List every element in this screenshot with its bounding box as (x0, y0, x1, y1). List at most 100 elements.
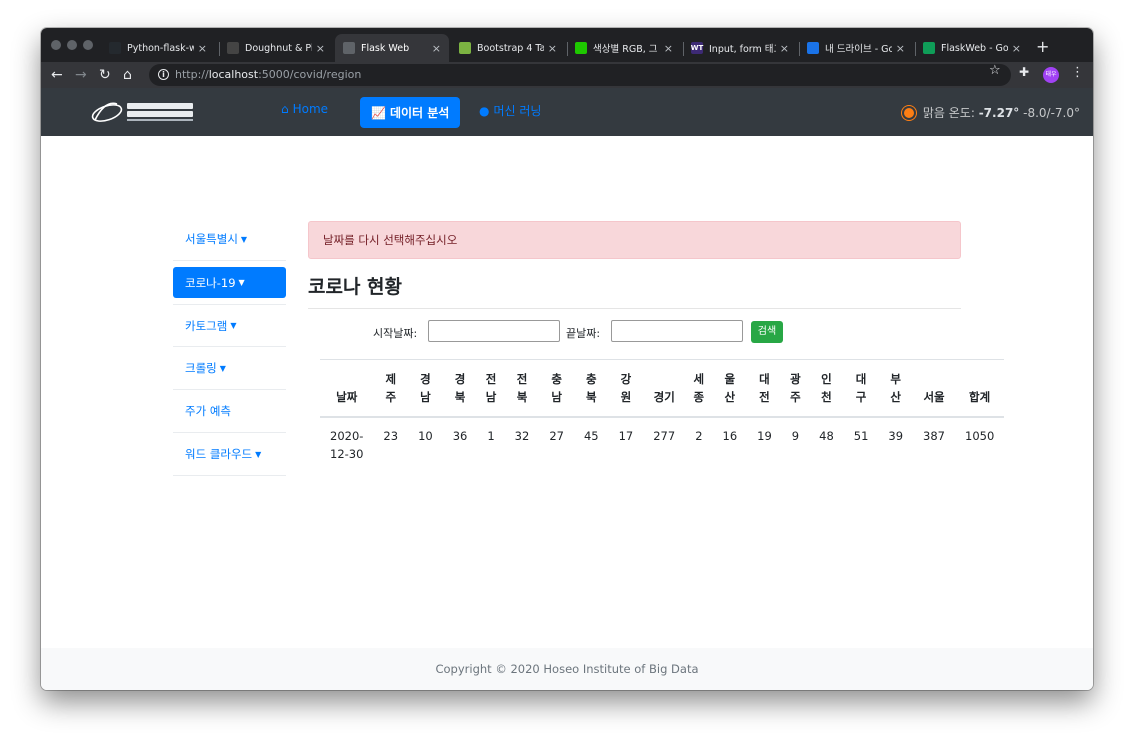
home-browser-icon[interactable]: ⌂ (123, 66, 132, 84)
sidebar-item-crawling[interactable]: 크롤링 ▼ (173, 347, 286, 390)
close-tab-icon[interactable]: × (432, 42, 441, 55)
sidebar-item-label: 서울특별시 (185, 232, 238, 246)
table-cell: 27 (549, 429, 564, 443)
close-tab-icon[interactable]: × (780, 42, 789, 55)
footer: Copyright © 2020 Hoseo Institute of Big … (41, 648, 1093, 690)
browser-tab[interactable]: Flask Web × (335, 34, 449, 62)
close-tab-icon[interactable]: × (316, 42, 325, 55)
browser-tab[interactable]: Python-flask-w × (101, 34, 215, 62)
table-header-cell: 날짜 (320, 359, 374, 418)
browser-menu-icon[interactable]: ⋮ (1071, 65, 1084, 80)
site-navbar: ⌂ Home 📈 데이터 분석 ● 머신 러닝 맑음 온도: -7.27° -8… (41, 88, 1093, 136)
table-cell: 36 (452, 429, 468, 443)
caret-down-icon: ▼ (230, 321, 237, 330)
table-cell: 2020- 12-30 (330, 429, 364, 461)
sidebar-item-word-cloud[interactable]: 워드 클라우드 ▼ (173, 433, 286, 476)
tab-separator (567, 42, 568, 56)
profile-avatar[interactable]: 태우 (1043, 67, 1059, 83)
table-cell: 17 (618, 429, 634, 443)
table-cell: 51 (853, 429, 869, 443)
sidebar-item-seoul[interactable]: 서울특별시 ▼ (173, 218, 286, 261)
browser-tab-title: FlaskWeb - Goo (941, 42, 1008, 54)
table-cell: 387 (923, 429, 945, 443)
start-date-input[interactable] (428, 320, 560, 342)
google-drive-icon (807, 42, 819, 54)
table-header-cell: 강 원 (608, 359, 644, 418)
browser-tab[interactable]: WT Input, form 태그 × (683, 34, 797, 62)
brain-icon: ● (479, 103, 490, 118)
table-cell: 23 (383, 429, 399, 443)
caret-down-icon: ▼ (255, 449, 262, 459)
page-title: 코로나 현황 (308, 276, 403, 298)
table-header-cell: 부 산 (878, 359, 914, 418)
sidebar-item-label: 카토그램 (185, 318, 228, 333)
sidebar-item-stock-prediction[interactable]: 주가 예측 (173, 390, 286, 433)
book-icon (227, 42, 239, 54)
browser-tab[interactable]: 내 드라이브 - Goo × (799, 34, 913, 62)
weather-widget: 맑음 온도: -7.27° -8.0/-7.0° (903, 104, 1080, 121)
nav-data-analysis[interactable]: 📈 데이터 분석 (360, 97, 461, 128)
date-search-form: 시작날짜: 끝날짜: 검색 (308, 320, 961, 344)
table-header-row: 날짜 제 주경 남경 북전 남전 북충 남충 북강 원 경기 세 종울 산대 전광 주… (320, 359, 1005, 418)
table-cell: 16 (722, 429, 738, 443)
nav-machine-learning[interactable]: ● 머신 러닝 (479, 102, 541, 119)
browser-tab-title: Flask Web (361, 42, 410, 54)
browser-tab-title: Bootstrap 4 Tab (477, 42, 544, 54)
site-logo[interactable] (91, 98, 195, 126)
close-tab-icon[interactable]: × (896, 42, 905, 55)
table-header-cell: 경 남 (408, 359, 443, 418)
end-date-input[interactable] (611, 320, 743, 342)
browser-toolbar: ← → ↻ ⌂ i http://localhost:5000/covid/re… (41, 62, 1093, 88)
sidebar: 서울특별시 ▼ 코로나-19 ▼ 카토그램 ▼ 크롤링 ▼ 주가 예측 워드 클라우드 ▼ (173, 218, 286, 476)
divider (308, 308, 961, 309)
browser-tab[interactable]: Bootstrap 4 Tab × (451, 34, 565, 62)
back-icon[interactable]: ← (51, 66, 63, 84)
covid-region-table: 날짜 제 주경 남경 북전 남전 북충 남충 북강 원 경기 세 종울 산대 전광 주… (320, 359, 1005, 472)
browser-tab[interactable]: Doughnut & Pie × (219, 34, 333, 62)
browser-tab-title: Input, form 태그 (709, 44, 776, 55)
close-tab-icon[interactable]: × (548, 42, 557, 55)
url-prefix: http:// (175, 68, 209, 81)
search-button[interactable]: 검색 (751, 321, 783, 343)
close-tab-icon[interactable]: × (1012, 42, 1021, 55)
minimize-window-icon[interactable] (67, 40, 77, 50)
table-header-cell: 충 북 (573, 359, 609, 418)
nav-data-analysis-label: 데이터 분석 (389, 106, 450, 120)
table-cell: 39 (888, 429, 904, 443)
table-header-cell: 세 종 (685, 359, 713, 418)
address-bar[interactable]: i http://localhost:5000/covid/region (149, 64, 1011, 86)
caret-down-icon: ▼ (219, 363, 226, 373)
table-header-cell: 경기 (643, 359, 686, 418)
browser-tab[interactable]: 색상별 RGB, 그 × (567, 34, 681, 62)
close-tab-icon[interactable]: × (664, 42, 673, 55)
table-header-cell: 광 주 (781, 359, 810, 418)
site-info-icon[interactable]: i (158, 69, 169, 80)
home-icon: ⌂ (281, 102, 289, 116)
nav-machine-learning-label: 머신 러닝 (493, 104, 542, 118)
table-header-cell: 경 북 (442, 359, 478, 418)
table-header-cell: 인 천 (809, 359, 844, 418)
browser-tab-title: 색상별 RGB, 그 (593, 44, 658, 55)
nav-home[interactable]: ⌂ Home (281, 102, 328, 116)
sidebar-item-label: 워드 클라우드 (185, 447, 253, 461)
new-tab-icon[interactable]: + (1036, 37, 1049, 56)
reload-icon[interactable]: ↻ (99, 66, 111, 84)
forward-icon[interactable]: → (75, 66, 87, 84)
table-cell: 48 (819, 429, 834, 443)
sidebar-item-covid19[interactable]: 코로나-19 ▼ (173, 267, 286, 298)
sidebar-item-cartogram[interactable]: 카토그램 ▼ (173, 304, 286, 347)
start-date-label: 시작날짜: (373, 327, 418, 340)
close-tab-icon[interactable]: × (198, 42, 207, 55)
table-header-cell: 서울 (913, 359, 955, 418)
table-cell: 10 (418, 429, 433, 443)
tab-separator (683, 42, 684, 56)
bookmark-star-icon[interactable]: ☆ (989, 63, 1001, 78)
table-header-cell: 대 구 (843, 359, 879, 418)
browser-tab-title: Python-flask-w (127, 42, 194, 54)
nav-home-label: Home (292, 102, 329, 116)
extensions-puzzle-icon[interactable]: ✚ (1019, 65, 1029, 79)
maximize-window-icon[interactable] (83, 40, 93, 50)
browser-tab[interactable]: FlaskWeb - Goo × (915, 34, 1029, 62)
table-cell: 45 (583, 429, 599, 443)
close-window-icon[interactable] (51, 40, 61, 50)
